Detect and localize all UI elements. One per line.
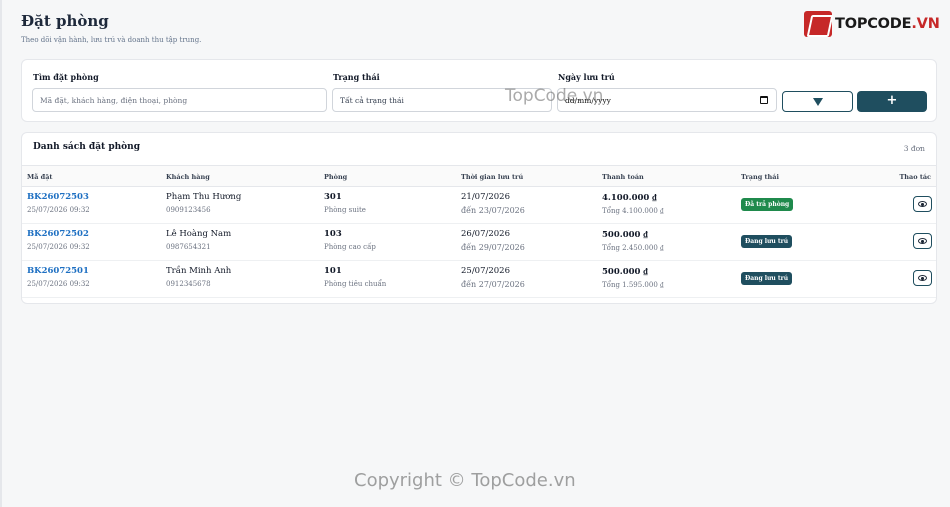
status-badge: Đã trả phòng — [741, 198, 794, 211]
column-header: Khách hàng — [166, 173, 210, 181]
booking-code-link[interactable]: BK26072501 — [27, 266, 90, 276]
room-number: 301 — [324, 192, 342, 202]
list-count: 3 đơn — [903, 144, 925, 153]
booking-created: 25/07/2026 09:32 — [27, 280, 90, 288]
view-button[interactable] — [913, 270, 932, 286]
room-type: Phòng tiêu chuẩn — [324, 280, 387, 288]
room-number: 101 — [324, 266, 342, 276]
checkin-date: 21/07/2026 — [461, 192, 510, 202]
checkout-date: đến 27/07/2026 — [461, 280, 525, 289]
status-label: Trạng thái — [333, 72, 380, 82]
guest-phone: 0987654321 — [166, 243, 211, 251]
table-row: BK26072501 25/07/2026 09:32 Trần Minh Anh… — [22, 261, 936, 298]
funnel-icon — [813, 98, 823, 106]
watermark-copyright: Copyright © TopCode.vn — [354, 470, 576, 491]
booking-list: Danh sách đặt phòng 3 đơn Mã đặt Khách h… — [21, 132, 937, 304]
date-label: Ngày lưu trú — [558, 72, 615, 82]
booking-code-link[interactable]: BK26072502 — [27, 229, 90, 239]
booking-code-link[interactable]: BK26072503 — [27, 192, 90, 202]
list-title: Danh sách đặt phòng — [33, 142, 141, 152]
room-type: Phòng cao cấp — [324, 243, 376, 251]
booking-created: 25/07/2026 09:32 — [27, 243, 90, 251]
amount-total: Tổng 4.100.000 ₫ — [602, 207, 664, 215]
amount-paid: 4.100.000 ₫ — [602, 193, 657, 203]
column-header: Phòng — [324, 173, 348, 181]
topcode-logo-icon — [804, 11, 832, 37]
view-button[interactable] — [913, 233, 932, 249]
amount-paid: 500.000 ₫ — [602, 230, 648, 240]
column-header: Thanh toán — [602, 173, 644, 181]
checkin-date: 25/07/2026 — [461, 266, 510, 276]
booking-page: Đặt phòng Theo dõi vận hành, lưu trú và … — [0, 0, 950, 507]
logo-text: TOPCODE — [835, 16, 912, 32]
table-row: BK26072503 25/07/2026 09:32 Phạm Thu Hươn… — [22, 187, 936, 224]
column-header: Mã đặt — [27, 173, 53, 181]
search-input[interactable]: Mã đặt, khách hàng, điện thoại, phòng — [32, 88, 327, 112]
checkout-date: đến 29/07/2026 — [461, 243, 525, 252]
column-header: Thao tác — [899, 173, 931, 181]
amount-paid: 500.000 ₫ — [602, 267, 648, 277]
search-label: Tìm đặt phòng — [33, 72, 99, 82]
eye-icon — [918, 275, 927, 281]
eye-icon — [918, 201, 927, 207]
column-header: Trạng thái — [741, 173, 779, 181]
amount-total: Tổng 1.595.000 ₫ — [602, 281, 664, 289]
eye-icon — [918, 238, 927, 244]
table-header: Mã đặt Khách hàng Phòng Thời gian lưu tr… — [22, 165, 936, 187]
room-number: 103 — [324, 229, 342, 239]
page-title: Đặt phòng — [21, 12, 109, 30]
column-header: Thời gian lưu trú — [461, 173, 524, 181]
amount-total: Tổng 2.450.000 ₫ — [602, 244, 664, 252]
checkin-date: 26/07/2026 — [461, 229, 510, 239]
filter-panel: Tìm đặt phòng Mã đặt, khách hàng, điện t… — [21, 59, 937, 122]
table-row: BK26072502 25/07/2026 09:32 Lê Hoàng Nam 0… — [22, 224, 936, 261]
view-button[interactable] — [913, 196, 932, 212]
watermark-top: TopCode.vn — [505, 86, 604, 106]
logo-text-domain: .VN — [911, 16, 940, 32]
guest-name: Lê Hoàng Nam — [166, 229, 232, 239]
guest-phone: 0909123456 — [166, 206, 211, 214]
room-type: Phòng suite — [324, 206, 366, 214]
guest-phone: 0912345678 — [166, 280, 211, 288]
status-badge: Đang lưu trú — [741, 272, 793, 285]
checkout-date: đến 23/07/2026 — [461, 206, 525, 215]
booking-created: 25/07/2026 09:32 — [27, 206, 90, 214]
filter-button[interactable] — [782, 91, 853, 112]
add-booking-button[interactable]: + — [857, 91, 927, 112]
page-subtitle: Theo dõi vận hành, lưu trú và doanh thu … — [21, 36, 202, 44]
guest-name: Trần Minh Anh — [166, 266, 232, 276]
status-badge: Đang lưu trú — [741, 235, 793, 248]
calendar-icon[interactable] — [760, 96, 768, 104]
guest-name: Phạm Thu Hương — [166, 192, 242, 202]
topcode-logo: TOPCODE.VN — [804, 11, 940, 37]
